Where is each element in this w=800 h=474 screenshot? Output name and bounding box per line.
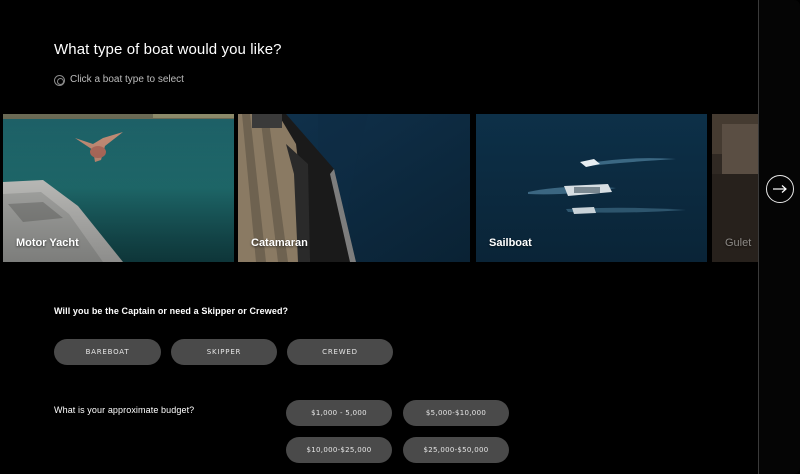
select-hint: Click a boat type to select (54, 72, 184, 86)
carousel-next-button[interactable] (766, 175, 794, 203)
boat-selection-page: What type of boat would you like? Click … (0, 0, 800, 474)
boat-card-label: Gulet (725, 237, 752, 249)
crew-question: Will you be the Captain or need a Skippe… (54, 306, 289, 316)
arrow-right-icon (773, 185, 787, 193)
boat-card-gulet[interactable]: Gulet (712, 114, 758, 262)
boat-card-sailboat[interactable]: Sailboat (476, 114, 707, 262)
bareboat-button[interactable]: BAREBOAT (54, 339, 161, 365)
boat-card-motor-yacht[interactable]: Motor Yacht (3, 114, 234, 262)
boat-card-catamaran[interactable]: Catamaran (238, 114, 470, 262)
hint-text: Click a boat type to select (70, 73, 184, 85)
budget-option-25000-50000[interactable]: $25,000-$50,000 (403, 437, 509, 463)
boat-card-label: Motor Yacht (16, 237, 79, 249)
boat-card-label: Catamaran (251, 237, 308, 249)
budget-option-10000-25000[interactable]: $10,000-$25,000 (286, 437, 392, 463)
target-icon (54, 75, 65, 86)
crewed-button[interactable]: CREWED (287, 339, 393, 365)
page-title: What type of boat would you like? (54, 41, 282, 58)
boat-card-label: Sailboat (489, 237, 532, 249)
boat-type-carousel: Motor Yacht Catamaran Sailboat Gulet (0, 114, 800, 262)
budget-question: What is your approximate budget? (54, 405, 195, 415)
budget-option-5000-10000[interactable]: $5,000-$10,000 (403, 400, 509, 426)
budget-option-1000-5000[interactable]: $1,000 - 5,000 (286, 400, 392, 426)
side-panel (759, 0, 800, 474)
skipper-button[interactable]: SKIPPER (171, 339, 277, 365)
